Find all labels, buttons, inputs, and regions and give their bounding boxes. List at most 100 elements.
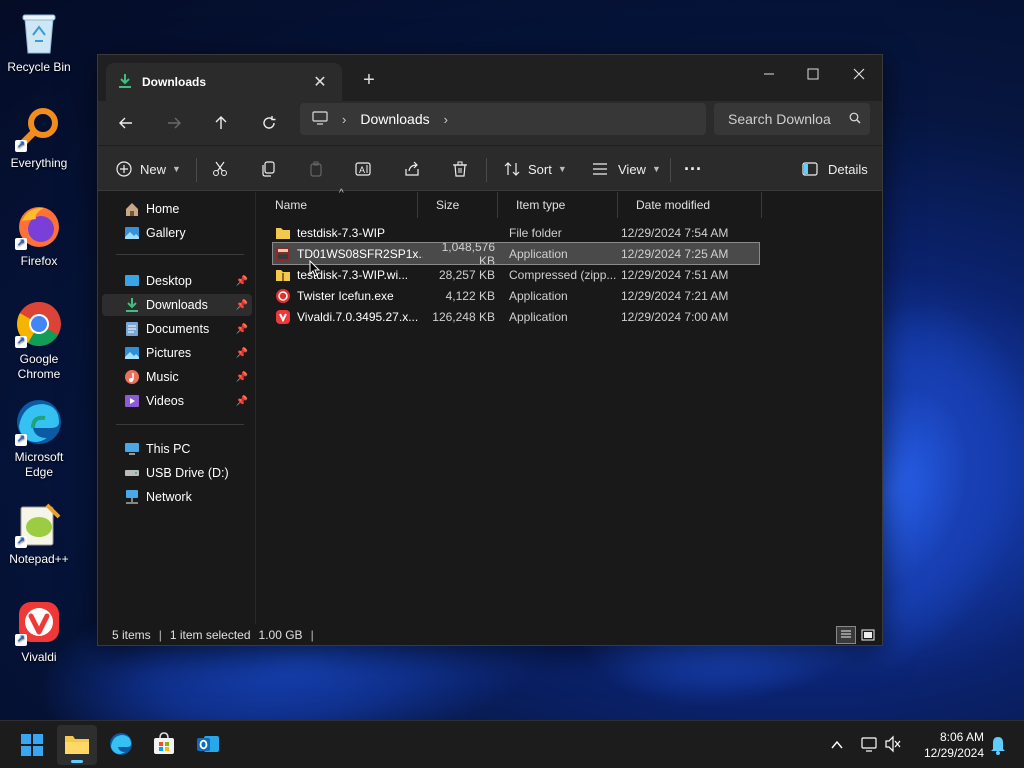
pin-icon[interactable]: 📌 — [236, 324, 248, 335]
file-row[interactable]: TD01WS08SFR2SP1x... 1,048,576 KB Applica… — [272, 240, 760, 268]
nav-item-this-pc[interactable]: This PC — [102, 438, 252, 460]
status-bar: 5 items | 1 item selected 1.00 GB | — [98, 624, 882, 646]
file-list: Name ^ Size Item type Date modified test… — [257, 188, 882, 624]
file-date: 12/29/2024 7:00 AM — [621, 309, 729, 324]
pin-icon[interactable]: 📌 — [236, 372, 248, 383]
column-header-label: Item type — [516, 198, 566, 212]
breadcrumb-chevron-icon[interactable]: › — [444, 112, 448, 127]
rename-button[interactable]: A — [354, 155, 374, 183]
tiles-view-toggle[interactable] — [858, 626, 878, 644]
file-size: 4,122 KB — [445, 288, 495, 303]
copy-icon — [258, 159, 278, 179]
pin-icon[interactable]: 📌 — [236, 348, 248, 359]
show-hidden-icons-button[interactable] — [830, 729, 844, 762]
taskbar-store[interactable] — [144, 725, 184, 765]
taskbar-outlook[interactable] — [188, 725, 228, 765]
sort-icon — [502, 159, 522, 179]
cut-button[interactable] — [210, 155, 230, 183]
paste-button[interactable] — [306, 155, 326, 183]
file-row[interactable]: Vivaldi.7.0.3495.27.x... 126,248 KB Appl… — [273, 306, 759, 327]
view-button[interactable]: View ▼ — [590, 155, 661, 183]
nav-item-network[interactable]: Network — [102, 486, 252, 508]
column-header-date[interactable]: Date modified — [618, 192, 762, 218]
taskbar-edge[interactable] — [101, 725, 141, 765]
new-button[interactable]: New ▼ — [114, 155, 181, 183]
minimize-button[interactable] — [746, 59, 792, 89]
breadcrumb-downloads[interactable]: Downloads — [360, 111, 429, 127]
column-header-size[interactable]: Size — [418, 192, 498, 218]
nav-item-label: Videos — [146, 394, 184, 408]
nav-item-usb-drive[interactable]: USB Drive (D:) — [102, 462, 252, 484]
file-type: Application — [509, 246, 568, 261]
title-bar[interactable]: Downloads ✕ + — [98, 55, 882, 101]
shortcut-arrow-icon: ↗ — [15, 336, 27, 348]
status-size: 1.00 GB — [258, 628, 303, 642]
desktop-icon-everything[interactable]: ↗ Everything — [2, 104, 76, 171]
nav-item-videos[interactable]: Videos 📌 — [102, 390, 252, 412]
nav-item-music[interactable]: Music 📌 — [102, 366, 252, 388]
copy-button[interactable] — [258, 155, 278, 183]
desktop-icon-recycle-bin[interactable]: Recycle Bin — [2, 8, 76, 75]
volume-muted-icon[interactable] — [884, 729, 902, 762]
nav-item-label: USB Drive (D:) — [146, 466, 229, 480]
nav-item-gallery[interactable]: Gallery — [102, 222, 252, 244]
refresh-button[interactable] — [253, 109, 285, 137]
details-view-toggle[interactable] — [836, 626, 856, 644]
clock[interactable]: 8:06 AM 12/29/2024 — [914, 729, 984, 761]
pin-icon[interactable]: 📌 — [236, 300, 248, 311]
file-row[interactable]: testdisk-7.3-WIP.wi... 28,257 KB Compres… — [273, 264, 759, 285]
file-row[interactable]: Twister Icefun.exe 4,122 KB Application … — [273, 285, 759, 306]
command-bar: New ▼ A Sort ▼ View ▼ ··· Details — [98, 145, 882, 191]
desktop-icon-notepadpp[interactable]: ↗ Notepad++ — [2, 500, 76, 567]
search-input[interactable]: Search Downloa — [714, 103, 870, 135]
tab-downloads[interactable]: Downloads ✕ — [106, 63, 342, 101]
navigation-pane: Home Gallery Desktop 📌 Downloads 📌 Docum… — [98, 192, 256, 624]
file-explorer-icon — [64, 733, 90, 758]
nav-item-pictures[interactable]: Pictures 📌 — [102, 342, 252, 364]
tab-close-icon[interactable]: ✕ — [310, 72, 330, 92]
sort-button[interactable]: Sort ▼ — [502, 155, 567, 183]
desktop-icon-edge[interactable]: ↗ Microsoft Edge — [2, 398, 76, 480]
toolbar-divider — [486, 158, 487, 182]
computer-icon — [124, 441, 140, 457]
svg-text:A: A — [359, 165, 365, 175]
desktop-icon-label: Everything — [10, 156, 68, 170]
plus-circle-icon — [114, 159, 134, 179]
desktop-icon-vivaldi[interactable]: ↗ Vivaldi — [2, 598, 76, 665]
close-window-button[interactable] — [836, 59, 882, 89]
more-options-button[interactable]: ··· — [684, 155, 702, 183]
column-header-type[interactable]: Item type — [498, 192, 618, 218]
column-header-name[interactable]: Name ^ — [257, 188, 418, 218]
nav-item-downloads[interactable]: Downloads 📌 — [102, 294, 252, 316]
details-button[interactable]: Details — [800, 155, 868, 183]
start-button[interactable] — [12, 725, 52, 765]
back-button[interactable] — [110, 109, 142, 137]
nav-item-label: Downloads — [146, 298, 208, 312]
notification-bell-icon[interactable] — [990, 729, 1006, 762]
up-button[interactable] — [205, 109, 237, 137]
delete-button[interactable] — [450, 155, 470, 183]
maximize-button[interactable] — [790, 59, 836, 89]
forward-button[interactable] — [158, 109, 190, 137]
taskbar-file-explorer[interactable] — [57, 725, 97, 765]
network-status-icon[interactable] — [860, 729, 878, 762]
pin-icon[interactable]: 📌 — [236, 396, 248, 407]
pin-icon[interactable]: 📌 — [236, 276, 248, 287]
share-button[interactable] — [402, 155, 422, 183]
file-type: Application — [509, 309, 568, 324]
nav-item-documents[interactable]: Documents 📌 — [102, 318, 252, 340]
chevron-down-icon: ▼ — [172, 164, 181, 174]
nav-item-home[interactable]: Home — [102, 198, 252, 220]
breadcrumb-chevron-icon[interactable]: › — [342, 112, 346, 127]
shortcut-arrow-icon: ↗ — [15, 238, 27, 250]
search-icon — [840, 111, 870, 127]
new-tab-button[interactable]: + — [358, 69, 380, 92]
edge-icon: ↗ — [15, 398, 63, 446]
address-bar[interactable]: › Downloads › — [300, 103, 706, 135]
nav-item-desktop[interactable]: Desktop 📌 — [102, 270, 252, 292]
file-name: Vivaldi.7.0.3495.27.x... — [297, 309, 419, 324]
details-label: Details — [828, 161, 868, 177]
desktop-icon-firefox[interactable]: ↗ Firefox — [2, 202, 76, 269]
file-row[interactable]: testdisk-7.3-WIP File folder 12/29/2024 … — [273, 222, 759, 243]
desktop-icon-chrome[interactable]: ↗ Google Chrome — [2, 300, 76, 382]
